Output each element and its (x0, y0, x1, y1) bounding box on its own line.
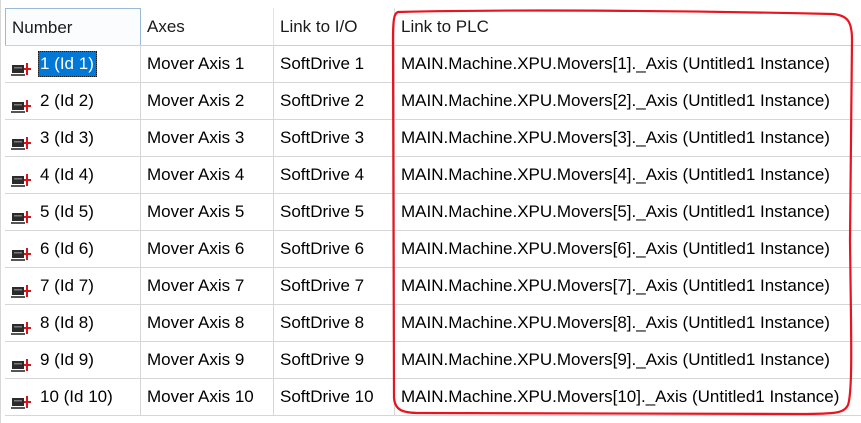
axis-motor-icon (11, 240, 33, 261)
cell-axis[interactable]: Mover Axis 2 (141, 82, 274, 119)
cell-number[interactable]: 3 (Id 3) (5, 119, 141, 156)
table-row[interactable]: 5 (Id 5) Mover Axis 5 SoftDrive 5 MAIN.M… (5, 193, 861, 231)
cell-axis[interactable]: Mover Axis 1 (141, 45, 274, 82)
cell-number[interactable]: 6 (Id 6) (5, 230, 141, 267)
axis-motor-icon (11, 351, 33, 372)
cell-link-plc[interactable]: MAIN.Machine.XPU.Movers[9]._Axis (Untitl… (395, 341, 861, 378)
table-row[interactable]: 4 (Id 4) Mover Axis 4 SoftDrive 4 MAIN.M… (5, 156, 861, 194)
cell-link-plc[interactable]: MAIN.Machine.XPU.Movers[10]._Axis (Untit… (395, 378, 861, 415)
cell-link-plc[interactable]: MAIN.Machine.XPU.Movers[6]._Axis (Untitl… (395, 230, 861, 267)
row-number-label: 3 (Id 3) (40, 128, 94, 147)
row-number-label: 4 (Id 4) (40, 165, 94, 184)
column-header-link-io[interactable]: Link to I/O (274, 8, 395, 45)
table-header: Number Axes Link to I/O Link to PLC (5, 8, 861, 46)
cell-link-io[interactable]: SoftDrive 5 (274, 193, 395, 230)
axis-motor-icon (11, 277, 33, 298)
cell-link-io[interactable]: SoftDrive 2 (274, 82, 395, 119)
column-header-link-plc[interactable]: Link to PLC (395, 8, 861, 45)
cell-link-plc[interactable]: MAIN.Machine.XPU.Movers[2]._Axis (Untitl… (395, 82, 861, 119)
table-row[interactable]: 9 (Id 9) Mover Axis 9 SoftDrive 9 MAIN.M… (5, 341, 861, 379)
row-number-label: 8 (Id 8) (40, 313, 94, 332)
table-row[interactable]: 8 (Id 8) Mover Axis 8 SoftDrive 8 MAIN.M… (5, 304, 861, 342)
cell-axis[interactable]: Mover Axis 9 (141, 341, 274, 378)
table-row[interactable]: 3 (Id 3) Mover Axis 3 SoftDrive 3 MAIN.M… (5, 119, 861, 157)
table-row[interactable]: 7 (Id 7) Mover Axis 7 SoftDrive 7 MAIN.M… (5, 267, 861, 305)
cell-number[interactable]: 1 (Id 1) (5, 45, 141, 82)
cell-number[interactable]: 8 (Id 8) (5, 304, 141, 341)
cell-axis[interactable]: Mover Axis 3 (141, 119, 274, 156)
cell-link-io[interactable]: SoftDrive 6 (274, 230, 395, 267)
cell-number[interactable]: 10 (Id 10) (5, 378, 141, 415)
cell-link-plc[interactable]: MAIN.Machine.XPU.Movers[4]._Axis (Untitl… (395, 156, 861, 193)
row-number-label: 10 (Id 10) (40, 387, 113, 406)
column-header-axes[interactable]: Axes (141, 8, 274, 45)
table-row[interactable]: 6 (Id 6) Mover Axis 6 SoftDrive 6 MAIN.M… (5, 230, 861, 268)
cell-axis[interactable]: Mover Axis 5 (141, 193, 274, 230)
cell-axis[interactable]: Mover Axis 8 (141, 304, 274, 341)
cell-link-plc[interactable]: MAIN.Machine.XPU.Movers[8]._Axis (Untitl… (395, 304, 861, 341)
axis-motor-icon (11, 203, 33, 224)
cell-link-plc[interactable]: MAIN.Machine.XPU.Movers[1]._Axis (Untitl… (395, 45, 861, 82)
axis-motor-icon (11, 55, 33, 76)
cell-link-io[interactable]: SoftDrive 8 (274, 304, 395, 341)
row-number-label: 9 (Id 9) (40, 350, 94, 369)
cell-number[interactable]: 9 (Id 9) (5, 341, 141, 378)
cell-axis[interactable]: Mover Axis 6 (141, 230, 274, 267)
cell-link-io[interactable]: SoftDrive 10 (274, 378, 395, 415)
cell-link-io[interactable]: SoftDrive 7 (274, 267, 395, 304)
row-number-label: 2 (Id 2) (40, 91, 94, 110)
row-number-label: 7 (Id 7) (40, 276, 94, 295)
axis-motor-icon (11, 129, 33, 150)
table-row[interactable]: 1 (Id 1) Mover Axis 1 SoftDrive 1 MAIN.M… (5, 45, 861, 83)
cell-axis[interactable]: Mover Axis 7 (141, 267, 274, 304)
cell-link-io[interactable]: SoftDrive 9 (274, 341, 395, 378)
cell-link-plc[interactable]: MAIN.Machine.XPU.Movers[3]._Axis (Untitl… (395, 119, 861, 156)
cell-link-io[interactable]: SoftDrive 4 (274, 156, 395, 193)
row-number-label: 6 (Id 6) (40, 239, 94, 258)
cell-number[interactable]: 5 (Id 5) (5, 193, 141, 230)
axes-table: Number Axes Link to I/O Link to PLC 1 (I… (0, 0, 861, 423)
row-number-label: 5 (Id 5) (40, 202, 94, 221)
cell-link-plc[interactable]: MAIN.Machine.XPU.Movers[5]._Axis (Untitl… (395, 193, 861, 230)
cell-axis[interactable]: Mover Axis 4 (141, 156, 274, 193)
axis-motor-icon (11, 388, 33, 409)
row-number-label: 1 (Id 1) (38, 50, 97, 77)
cell-number[interactable]: 2 (Id 2) (5, 82, 141, 119)
column-header-number[interactable]: Number (5, 8, 141, 45)
table-row[interactable]: 10 (Id 10) Mover Axis 10 SoftDrive 10 MA… (5, 378, 861, 416)
cell-link-io[interactable]: SoftDrive 1 (274, 45, 395, 82)
axis-motor-icon (11, 314, 33, 335)
axis-motor-icon (11, 92, 33, 113)
cell-link-io[interactable]: SoftDrive 3 (274, 119, 395, 156)
cell-link-plc[interactable]: MAIN.Machine.XPU.Movers[7]._Axis (Untitl… (395, 267, 861, 304)
table-row[interactable]: 2 (Id 2) Mover Axis 2 SoftDrive 2 MAIN.M… (5, 82, 861, 120)
cell-axis[interactable]: Mover Axis 10 (141, 378, 274, 415)
cell-number[interactable]: 4 (Id 4) (5, 156, 141, 193)
cell-number[interactable]: 7 (Id 7) (5, 267, 141, 304)
axis-motor-icon (11, 166, 33, 187)
